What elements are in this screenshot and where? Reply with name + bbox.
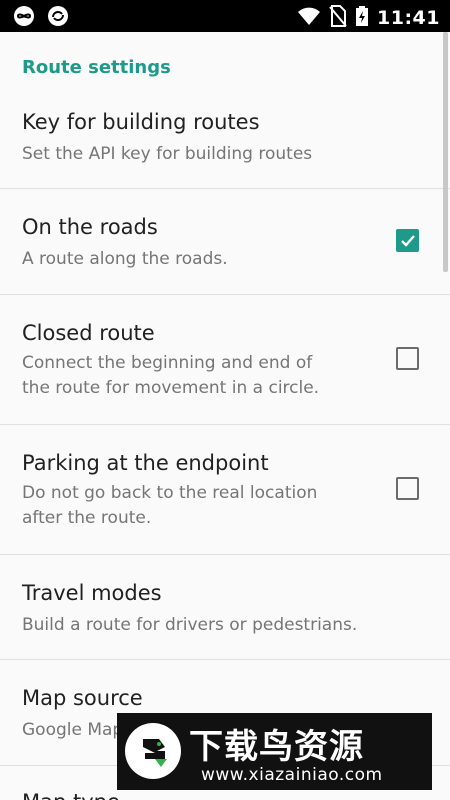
pref-summary: A route along the roads. [22,249,228,269]
no-sim-icon [329,5,347,31]
status-time: 11:41 [377,7,440,29]
pref-summary: Connect the beginning and end of the rou… [22,353,320,398]
pref-title: Parking at the endpoint [22,451,269,475]
pref-title: Map type [22,790,120,800]
pref-parking-endpoint[interactable]: Parking at the endpoint Do not go back t… [0,425,450,555]
status-bar: 11:41 [0,0,450,32]
pref-title: Travel modes [22,581,162,605]
battery-charging-icon [355,5,369,31]
watermark-url: www.xiazainiao.com [201,765,383,785]
wifi-icon [297,6,321,30]
settings-list[interactable]: Route settings Key for building routes S… [0,32,450,800]
sync-icon [46,5,70,31]
pref-title: On the roads [22,215,158,239]
watermark-banner: 下载鸟资源 www.xiazainiao.com [117,713,432,790]
pref-title: Map source [22,686,143,710]
watermark-brand: 下载鸟资源 [189,727,364,767]
pref-travel-modes[interactable]: Travel modes Build a route for drivers o… [0,555,450,660]
category-route-settings: Route settings [22,57,171,78]
pref-summary: Set the API key for building routes [22,144,313,164]
pref-summary: Build a route for drivers or pedestrians… [22,615,358,635]
scrollbar[interactable] [443,32,448,272]
pref-closed-route[interactable]: Closed route Connect the beginning and e… [0,295,450,425]
closed-route-checkbox[interactable] [396,347,419,370]
infinity-icon [12,5,36,31]
pref-title: Key for building routes [22,110,260,134]
bird-logo-icon [125,723,181,779]
pref-title: Closed route [22,321,155,345]
pref-summary: Do not go back to the real location afte… [22,483,318,528]
parking-endpoint-checkbox[interactable] [396,477,419,500]
pref-api-key[interactable]: Key for building routes Set the API key … [0,102,450,189]
pref-on-roads[interactable]: On the roads A route along the roads. [0,189,450,295]
on-roads-checkbox[interactable] [396,229,419,252]
